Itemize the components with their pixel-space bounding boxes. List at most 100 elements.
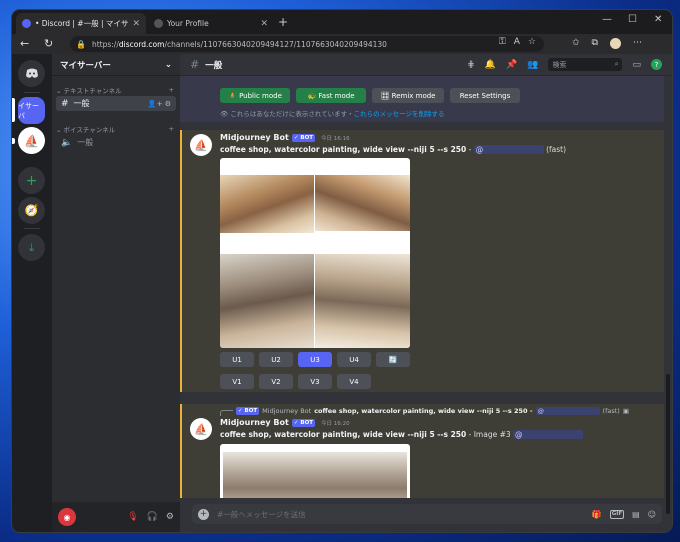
guild-midjourney-icon[interactable]: ⛵ — [18, 127, 45, 154]
v3-button[interactable]: V3 — [298, 374, 332, 389]
settings-button-row: 🧍 Public mode 🐢 Fast mode 🎛 Remix mode R… — [220, 88, 520, 103]
guild-my-server[interactable]: イサーバ — [18, 97, 45, 124]
discord-app: イサーバ ⛵ + 🧭 ⤓ マイサーバー ⌄ ⌄ テキストチャンネル + # 一般… — [12, 54, 672, 532]
download-icon[interactable]: ⤓ — [18, 234, 45, 261]
u2-button[interactable]: U2 — [259, 352, 293, 367]
sticker-icon[interactable]: ▤ — [632, 510, 640, 519]
upscaled-image[interactable] — [220, 444, 410, 498]
members-icon[interactable]: 👥 — [527, 60, 538, 70]
v1-button[interactable]: V1 — [220, 374, 254, 389]
author-name[interactable]: Midjourney Bot — [220, 418, 289, 427]
text-channel-category[interactable]: ⌄ テキストチャンネル + — [52, 84, 180, 96]
new-tab-button[interactable]: + — [278, 15, 288, 29]
gif-icon[interactable]: GIF — [609, 509, 625, 519]
add-server-icon[interactable]: + — [18, 167, 45, 194]
public-mode-button[interactable]: 🧍 Public mode — [220, 88, 290, 103]
u1-button[interactable]: U1 — [220, 352, 254, 367]
key-icon[interactable]: ⚿ — [499, 37, 506, 47]
search-input[interactable]: 検索 ⌕ — [548, 58, 623, 71]
favorites-icon[interactable]: ✩ — [572, 38, 580, 49]
message-upscale-result: ✓ BOT Midjourney Bot coffee shop, waterc… — [180, 404, 664, 498]
channel-general[interactable]: # 一般 👤+ ⚙ — [56, 96, 176, 111]
minimize-button[interactable]: — — [602, 14, 612, 25]
collections-icon[interactable]: ⧉ — [592, 38, 598, 49]
url-input[interactable]: 🔒 https://discord.com/channels/110766304… — [70, 36, 544, 52]
timestamp: 今日 16:20 — [321, 420, 350, 427]
user-panel: ◉ 🎙 🎧 ⚙ — [52, 502, 180, 532]
ephemeral-notice: 👁 これらはあなただけに表示されています・これらのメッセージを削除する — [220, 110, 445, 118]
add-attachment-icon[interactable]: + — [198, 508, 209, 520]
lock-icon: 🔒 — [76, 39, 86, 49]
more-menu-icon[interactable]: ⋯ — [633, 38, 642, 49]
gift-icon[interactable]: 🎁 — [592, 510, 602, 519]
message-content: coffee shop, watercolor painting, wide v… — [220, 145, 567, 154]
upscaled-image-preview — [223, 452, 407, 498]
discord-favicon-icon — [22, 19, 31, 28]
emoji-icon[interactable]: ☺ — [648, 510, 656, 519]
avatar[interactable]: ◉ — [58, 508, 76, 526]
search-icon: ⌕ — [614, 60, 619, 68]
variation-button-row: V1 V2 V3 V4 — [220, 374, 371, 389]
read-aloud-icon[interactable]: A — [514, 37, 520, 47]
discord-home-icon[interactable] — [18, 60, 45, 87]
tab-discord[interactable]: • Discord | #一般 | マイサーバー ✕ — [16, 13, 146, 34]
server-name: マイサーバー — [60, 60, 111, 71]
chat-header: # 一般 ⋕ 🔔 📌 👥 検索 ⌕ ▭ ? — [180, 54, 672, 76]
timestamp: 今日 16:16 — [321, 135, 350, 142]
add-channel-icon[interactable]: + — [169, 125, 174, 133]
reload-icon[interactable]: ↻ — [44, 37, 53, 50]
gear-icon[interactable]: ⚙ — [166, 512, 174, 522]
refresh-icon: 🔄 — [388, 355, 398, 364]
author-name[interactable]: Midjourney Bot — [220, 133, 289, 142]
message-composer[interactable]: + #一般へメッセージを送信 🎁 GIF ▤ ☺ — [192, 504, 662, 524]
scrollbar[interactable] — [666, 374, 670, 514]
midjourney-avatar-icon[interactable]: ⛵ — [190, 134, 212, 156]
profile-favicon-icon — [154, 19, 163, 28]
bell-icon[interactable]: 🔔 — [485, 60, 496, 70]
message-input[interactable]: #一般へメッセージを送信 — [217, 509, 306, 520]
tab-your-profile[interactable]: Your Profile ✕ — [148, 13, 274, 34]
pin-icon[interactable]: 📌 — [506, 60, 517, 70]
user-mention[interactable]: @ — [473, 145, 544, 154]
user-mention[interactable]: @ — [513, 430, 584, 439]
remix-mode-button[interactable]: 🎛 Remix mode — [372, 88, 444, 103]
server-header[interactable]: マイサーバー ⌄ — [52, 54, 180, 76]
u3-button[interactable]: U3 — [298, 352, 332, 367]
channel-title: 一般 — [205, 60, 223, 71]
grid-image-2[interactable] — [315, 175, 410, 231]
grid-image-1[interactable] — [220, 175, 314, 233]
midjourney-avatar-icon[interactable]: ⛵ — [190, 418, 212, 440]
dismiss-messages-link[interactable]: これらのメッセージを削除する — [354, 110, 445, 118]
close-tab-icon[interactable]: ✕ — [132, 19, 140, 29]
bot-badge: ✓ BOT — [291, 133, 316, 142]
threads-icon[interactable]: ⋕ — [467, 60, 475, 70]
add-channel-icon[interactable]: + — [169, 86, 174, 94]
hash-icon: # — [190, 58, 200, 71]
image-icon: ▣ — [622, 407, 629, 415]
inbox-icon[interactable]: ▭ — [632, 60, 641, 70]
close-tab-icon[interactable]: ✕ — [260, 19, 268, 29]
reset-settings-button[interactable]: Reset Settings — [450, 88, 520, 103]
help-icon[interactable]: ? — [651, 59, 662, 70]
reply-reference[interactable]: ✓ BOT Midjourney Bot coffee shop, waterc… — [220, 406, 629, 416]
back-arrow-icon[interactable]: ← — [20, 37, 29, 50]
grid-image-3[interactable] — [220, 254, 314, 348]
maximize-button[interactable]: ☐ — [628, 14, 637, 25]
headphones-icon[interactable]: 🎧 — [147, 512, 158, 522]
v4-button[interactable]: V4 — [337, 374, 371, 389]
favorite-star-icon[interactable]: ☆ — [528, 37, 536, 47]
invite-settings-icon[interactable]: 👤+ ⚙ — [148, 100, 171, 108]
v2-button[interactable]: V2 — [259, 374, 293, 389]
voice-channel-general[interactable]: 🔈 一般 — [56, 135, 176, 150]
close-window-button[interactable]: ✕ — [654, 14, 662, 25]
u4-button[interactable]: U4 — [337, 352, 371, 367]
mic-muted-icon[interactable]: 🎙 — [127, 512, 138, 522]
explore-compass-icon[interactable]: 🧭 — [18, 197, 45, 224]
voice-channel-category[interactable]: ⌄ ボイスチャンネル + — [52, 123, 180, 135]
fast-mode-button[interactable]: 🐢 Fast mode — [296, 88, 366, 103]
profile-avatar-icon[interactable] — [609, 38, 621, 49]
user-mention[interactable]: @ — [535, 407, 600, 415]
grid-image-4[interactable] — [315, 254, 410, 348]
image-grid[interactable] — [220, 158, 410, 348]
reroll-button[interactable]: 🔄 — [376, 352, 410, 367]
